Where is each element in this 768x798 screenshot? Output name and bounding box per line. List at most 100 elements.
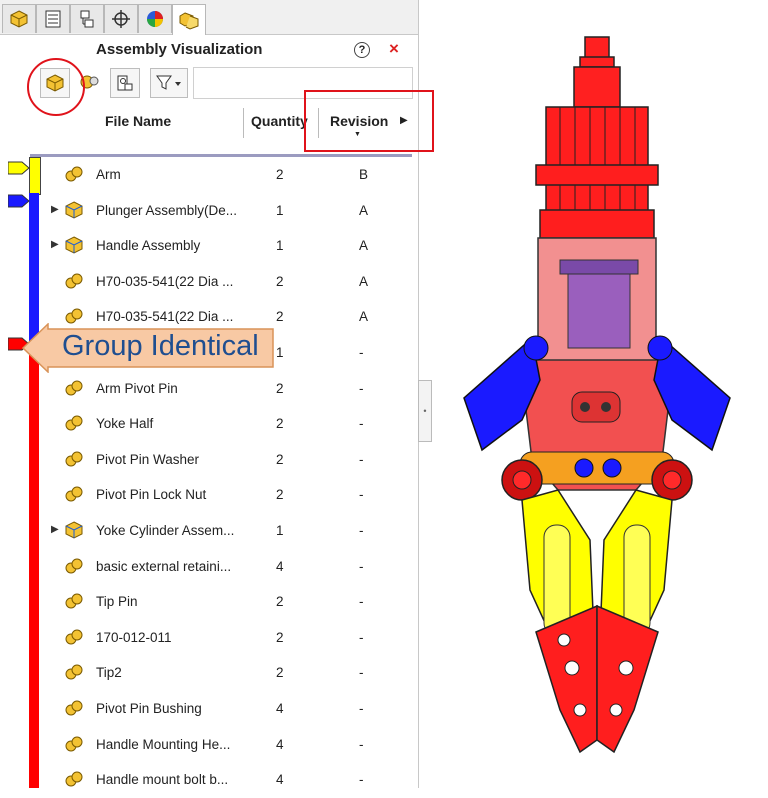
- help-icon[interactable]: ?: [354, 42, 370, 58]
- column-separator[interactable]: [243, 108, 244, 138]
- property-manager-icon: [45, 10, 61, 28]
- part-icon: [64, 485, 84, 503]
- list-item-quantity: 2: [276, 594, 284, 610]
- list-item-quantity: 2: [276, 487, 284, 503]
- panel-splitter-handle[interactable]: •: [418, 380, 432, 442]
- manager-tab-bar: [0, 0, 418, 35]
- list-item-revision: A: [359, 238, 369, 254]
- list-item-name: Pivot Pin Bushing: [96, 701, 202, 716]
- filter-dropdown-button[interactable]: [150, 68, 188, 98]
- list-item-quantity: 1: [276, 345, 284, 360]
- list-item-name: Yoke Cylinder Assem...: [96, 523, 235, 538]
- list-item-name: basic external retaini...: [96, 558, 232, 574]
- list-item-name: 170-012-011: [96, 629, 172, 645]
- list-item-revision: B: [359, 167, 369, 182]
- feature-manager-tab[interactable]: [2, 4, 36, 33]
- list-item-name: H70-035-541(22 Dia ...: [96, 273, 234, 289]
- part-icon: [64, 272, 84, 290]
- configuration-manager-icon: [80, 10, 94, 28]
- list-item[interactable]: basic external retaini... 4 -: [0, 549, 418, 585]
- list-item[interactable]: Tip2 2 -: [0, 655, 418, 691]
- expand-arrow-icon[interactable]: ▶: [51, 524, 59, 535]
- part-icon: [64, 663, 84, 681]
- assembly-icon: [64, 521, 84, 539]
- list-item[interactable]: 170-012-011 2 -: [0, 620, 418, 656]
- list-item[interactable]: Pivot Pin Lock Nut 2 -: [0, 477, 418, 513]
- close-icon[interactable]: ×: [389, 39, 399, 59]
- list-item[interactable]: Pivot Pin Washer 2 -: [0, 442, 418, 478]
- dimxpert-tab[interactable]: [104, 4, 138, 33]
- list-item-revision: -: [359, 594, 364, 610]
- part-icon: [64, 699, 84, 717]
- list-item-quantity: 2: [276, 167, 284, 182]
- list-item-revision: -: [359, 416, 364, 432]
- list-item[interactable]: Arm 2 B: [0, 157, 418, 193]
- list-item[interactable]: Tip Pin 2 -: [0, 584, 418, 620]
- list-item-quantity: 4: [276, 701, 284, 716]
- list-item-quantity: 1: [276, 202, 284, 218]
- list-item-name: Yoke Half: [96, 416, 154, 432]
- list-item-quantity: 4: [276, 558, 284, 574]
- list-item-revision: -: [359, 772, 364, 788]
- list-item[interactable]: Pivot Pin Bushing 4 -: [0, 691, 418, 727]
- part-icon: [64, 450, 84, 468]
- list-item-revision: A: [359, 309, 369, 325]
- list-item-name: Tip2: [96, 665, 122, 681]
- assembly-visualization-panel: Assembly Visualization ? × File Name Qua…: [0, 0, 434, 788]
- feature-manager-icon: [10, 10, 28, 28]
- panel-title: Assembly Visualization: [96, 41, 263, 58]
- hydraulic-tool-model: [463, 36, 731, 754]
- assembly-visualization-icon: [179, 12, 199, 30]
- part-icon: [64, 592, 84, 610]
- callout-label: Group Identical: [62, 330, 259, 362]
- color-wheel-icon: [147, 11, 163, 27]
- part-icon: [64, 165, 84, 183]
- list-item-quantity: 2: [276, 451, 284, 467]
- configuration-manager-tab[interactable]: [70, 4, 104, 33]
- annotation-rectangle: [304, 90, 434, 152]
- list-item-revision: A: [359, 273, 369, 289]
- configure-columns-button[interactable]: [110, 68, 140, 98]
- model-viewport[interactable]: [440, 20, 750, 780]
- column-header-quantity[interactable]: Quantity: [251, 113, 308, 129]
- list-item[interactable]: Yoke Half 2 -: [0, 406, 418, 442]
- assembly-icon: [64, 236, 84, 254]
- part-icon: [64, 557, 84, 575]
- list-item-revision: -: [359, 523, 364, 538]
- part-icon: [64, 414, 84, 432]
- list-item-revision: -: [359, 487, 364, 503]
- list-item[interactable]: Handle Mounting He... 4 -: [0, 727, 418, 763]
- list-item[interactable]: ▶ Handle Assembly 1 A: [0, 228, 418, 264]
- part-icon: [64, 379, 84, 397]
- list-item-quantity: 2: [276, 309, 284, 325]
- list-item-revision: -: [359, 380, 364, 396]
- list-item-name: Pivot Pin Lock Nut: [96, 487, 207, 503]
- part-icon: [64, 628, 84, 646]
- expand-arrow-icon[interactable]: ▶: [51, 204, 59, 215]
- list-item-quantity: 1: [276, 238, 284, 254]
- list-item-name: Tip Pin: [96, 594, 138, 610]
- filter-icon: [156, 75, 181, 90]
- annotation-circle: [27, 58, 85, 116]
- list-item-name: Handle mount bolt b...: [96, 772, 229, 788]
- expand-arrow-icon[interactable]: ▶: [51, 239, 59, 250]
- list-item[interactable]: Arm Pivot Pin 2 -: [0, 371, 418, 407]
- display-manager-tab[interactable]: [138, 4, 172, 33]
- list-item-revision: A: [359, 202, 369, 218]
- assembly-visualization-tab[interactable]: [172, 4, 206, 35]
- list-item-revision: -: [359, 629, 364, 645]
- property-manager-tab[interactable]: [36, 4, 70, 33]
- part-icon: [64, 770, 84, 788]
- list-item[interactable]: H70-035-541(22 Dia ... 2 A: [0, 264, 418, 300]
- list-item-quantity: 4: [276, 736, 284, 752]
- list-item-name: Plunger Assembly(De...: [96, 202, 238, 218]
- column-header-file-name[interactable]: File Name: [105, 113, 171, 129]
- list-item[interactable]: ▶ Yoke Cylinder Assem... 1 -: [0, 513, 418, 549]
- list-item[interactable]: Handle mount bolt b... 4 -: [0, 762, 418, 798]
- list-item-quantity: 4: [276, 772, 284, 788]
- list-item[interactable]: ▶ Plunger Assembly(De... 1 A: [0, 193, 418, 229]
- list-item-quantity: 2: [276, 629, 284, 645]
- assembly-icon: [64, 201, 84, 219]
- part-icon: [64, 735, 84, 753]
- list-item-quantity: 2: [276, 665, 284, 681]
